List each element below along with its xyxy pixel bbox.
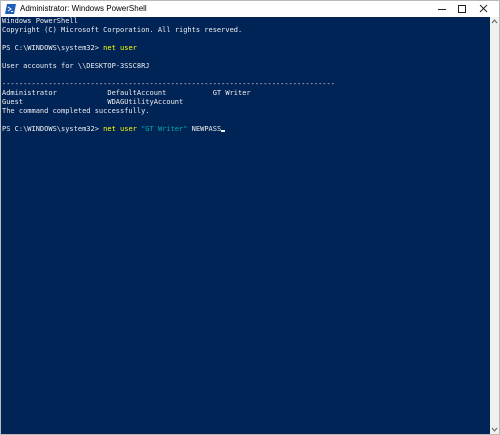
prompt: PS C:\WINDOWS\system32> <box>2 44 104 52</box>
console-output[interactable]: Windows PowerShell Copyright (C) Microso… <box>1 17 490 434</box>
scroll-down-icon[interactable] <box>490 425 499 434</box>
prompt: PS C:\WINDOWS\system32> <box>2 125 104 133</box>
vertical-scrollbar[interactable] <box>490 17 499 434</box>
command-text: net user <box>103 44 137 52</box>
close-button[interactable] <box>469 1 499 17</box>
command-text: net user <box>103 125 137 133</box>
scroll-up-icon[interactable] <box>490 17 499 26</box>
command-line-2[interactable]: PS C:\WINDOWS\system32> net user "GT Wri… <box>2 125 226 134</box>
close-icon <box>479 4 488 13</box>
status-line: The command completed successfully. <box>2 107 150 115</box>
powershell-icon <box>5 4 16 14</box>
powershell-window: Administrator: Windows PowerShell Window… <box>0 0 500 435</box>
text-cursor <box>221 130 226 132</box>
console-header-line: Windows PowerShell <box>2 17 78 25</box>
console-copyright-line: Copyright (C) Microsoft Corporation. All… <box>2 26 243 34</box>
minimize-icon <box>438 9 446 10</box>
command-argument: NEWPASS <box>191 125 222 133</box>
accounts-row: Guest WDAGUtilityAccount <box>2 98 184 106</box>
separator-line: ----------------------------------------… <box>2 80 335 88</box>
maximize-button[interactable] <box>455 1 469 17</box>
minimize-button[interactable] <box>432 1 452 17</box>
title-bar[interactable]: Administrator: Windows PowerShell <box>1 1 499 17</box>
accounts-header-line: User accounts for \\DESKTOP-3SSC8RJ <box>2 62 150 70</box>
window-title: Administrator: Windows PowerShell <box>20 4 147 13</box>
accounts-row: Administrator DefaultAccount GT Writer <box>2 89 251 97</box>
command-line-1: PS C:\WINDOWS\system32> net user <box>2 44 137 53</box>
command-argument: "GT Writer" <box>141 125 188 133</box>
maximize-icon <box>458 5 466 13</box>
